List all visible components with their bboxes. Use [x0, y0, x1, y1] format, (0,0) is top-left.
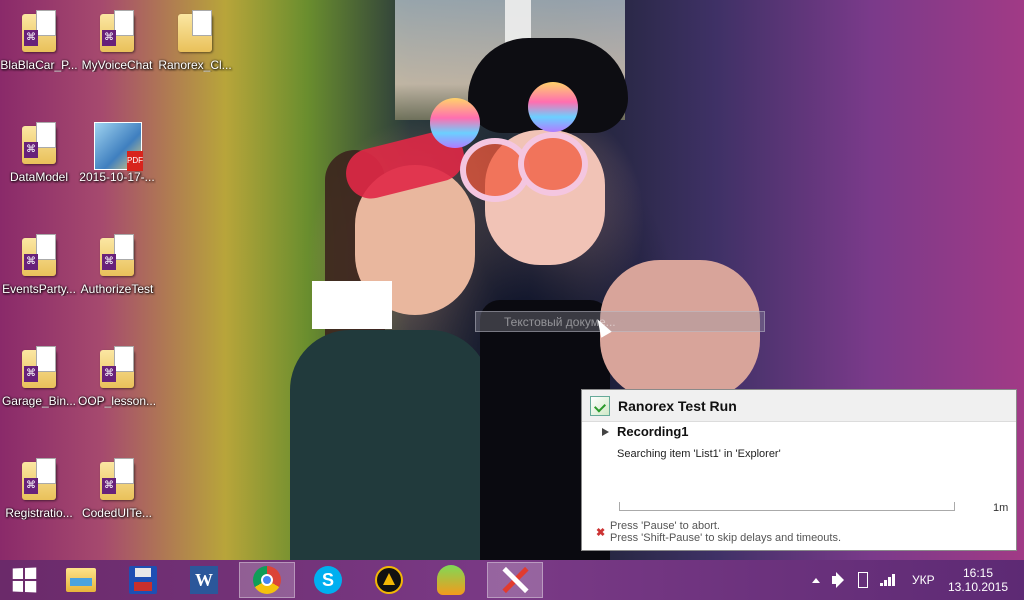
- taskbar-skype[interactable]: S: [302, 562, 354, 598]
- desktop-icon[interactable]: ⌘ OOP_lesson...: [78, 336, 156, 408]
- desktop-icon[interactable]: ⌘ DataModel: [0, 112, 78, 184]
- battery-icon: [858, 572, 868, 588]
- vs-folder-icon: ⌘: [100, 346, 134, 388]
- hint-shift-pause: Press 'Shift-Pause' to skip delays and t…: [610, 532, 842, 544]
- desktop-icon-label: OOP_lesson...: [78, 394, 156, 408]
- show-hidden-icons-button[interactable]: [810, 560, 822, 600]
- desktop-icon[interactable]: ⌘ MyVoiceChat: [78, 0, 156, 72]
- windows-logo-icon: [12, 567, 37, 593]
- clock-time: 16:15: [962, 566, 994, 580]
- taskbar-chrome[interactable]: [239, 562, 295, 598]
- desktop-icon-label: Registratio...: [5, 506, 73, 520]
- desktop-icon[interactable]: ⌘ Registratio...: [0, 448, 78, 520]
- wallpaper-ear-left: [430, 98, 480, 148]
- desktop-icon-label: 2015-10-17-...: [79, 170, 155, 184]
- vs-folder-icon: ⌘: [100, 458, 134, 500]
- skype-icon: S: [314, 566, 342, 594]
- desktop-icon-label: CodedUITe...: [81, 506, 153, 520]
- vs-folder-icon: ⌘: [22, 346, 56, 388]
- recording-name: Recording1: [617, 424, 689, 439]
- vs-folder-icon: ⌘: [100, 234, 134, 276]
- desktop-icon[interactable]: PDF 2015-10-17-...: [78, 112, 156, 184]
- desktop[interactable]: ⌘ BlaBlaCar_P... ⌘ MyVoiceChat Ranorex_C…: [0, 0, 1024, 560]
- volume-button[interactable]: [832, 560, 850, 600]
- taskbar-file-explorer[interactable]: [55, 562, 107, 598]
- floppy-disk-icon: [129, 566, 157, 594]
- desktop-icon[interactable]: Ranorex_Cl...: [156, 0, 234, 72]
- pdf-image-icon: PDF: [94, 122, 143, 171]
- vs-folder-icon: ⌘: [100, 10, 134, 52]
- hint-pause: Press 'Pause' to abort.: [610, 520, 720, 532]
- clock-date: 13.10.2015: [947, 580, 1009, 594]
- desktop-icon-label: MyVoiceChat: [81, 58, 153, 72]
- taskbar: W S УКР 16:15 13.10.2015: [0, 560, 1024, 600]
- vs-folder-icon: ⌘: [22, 122, 56, 164]
- drag-tooltip: Текстовый докуме...: [475, 311, 765, 332]
- blank-overlay: [312, 281, 392, 329]
- taskbar-save-app[interactable]: [117, 562, 169, 598]
- desktop-icon-label: Garage_Bin...: [1, 394, 77, 408]
- word-icon: W: [190, 566, 218, 594]
- start-button[interactable]: [0, 562, 48, 598]
- signal-bars-icon: [880, 574, 896, 586]
- abort-icon: ✖: [596, 527, 606, 539]
- chevron-up-icon: [812, 577, 820, 583]
- aimp-icon: [375, 566, 403, 594]
- desktop-icon-label: DataModel: [9, 170, 69, 184]
- taskbar-aimp[interactable]: [363, 562, 415, 598]
- speaker-icon: [832, 576, 838, 584]
- progress-bar: [619, 502, 955, 511]
- desktop-icon[interactable]: ⌘ CodedUITe...: [78, 448, 156, 520]
- ranorex-check-icon: [590, 395, 610, 416]
- ranorex-icon: [500, 566, 530, 594]
- ranorex-title: Ranorex Test Run: [618, 397, 737, 414]
- language-indicator[interactable]: УКР: [912, 560, 935, 600]
- desktop-icon[interactable]: ⌘ BlaBlaCar_P...: [0, 0, 78, 72]
- hint-text: Press 'Pause' to abort. Press 'Shift-Pau…: [610, 520, 841, 544]
- recording-row: Recording1: [602, 424, 689, 439]
- wallpaper-jacket: [290, 330, 490, 560]
- folder-icon: [178, 10, 212, 52]
- fl-studio-icon: [437, 565, 465, 595]
- folder-icon: [66, 568, 96, 592]
- vs-folder-icon: ⌘: [22, 234, 56, 276]
- vs-folder-icon: ⌘: [22, 10, 56, 52]
- desktop-icon-label: Ranorex_Cl...: [158, 58, 232, 72]
- desktop-icon[interactable]: ⌘ AuthorizeTest: [78, 224, 156, 296]
- wallpaper-ear-right: [528, 82, 578, 132]
- network-button[interactable]: [880, 560, 900, 600]
- desktop-icon-label: AuthorizeTest: [80, 282, 154, 296]
- taskbar-word[interactable]: W: [178, 562, 230, 598]
- desktop-icon-label: BlaBlaCar_P...: [0, 58, 78, 72]
- desktop-icon-label: EventsParty...: [2, 282, 76, 296]
- power-button[interactable]: [858, 560, 874, 600]
- clock[interactable]: 16:15 13.10.2015: [944, 560, 1012, 600]
- taskbar-ranorex[interactable]: [487, 562, 543, 598]
- chrome-icon: [253, 566, 281, 594]
- eta-label: 1m: [993, 502, 1009, 514]
- wallpaper-glasses-right: [518, 132, 588, 196]
- desktop-icon[interactable]: ⌘ Garage_Bin...: [0, 336, 78, 408]
- status-text: Searching item 'List1' in 'Explorer': [617, 448, 781, 460]
- play-arrow-icon: [602, 427, 609, 436]
- ranorex-test-run-panel: Ranorex Test Run Recording1 Searching it…: [581, 389, 1017, 551]
- taskbar-fl-studio[interactable]: [425, 562, 477, 598]
- desktop-icon[interactable]: ⌘ EventsParty...: [0, 224, 78, 296]
- vs-folder-icon: ⌘: [22, 458, 56, 500]
- ranorex-header: Ranorex Test Run: [582, 390, 1016, 422]
